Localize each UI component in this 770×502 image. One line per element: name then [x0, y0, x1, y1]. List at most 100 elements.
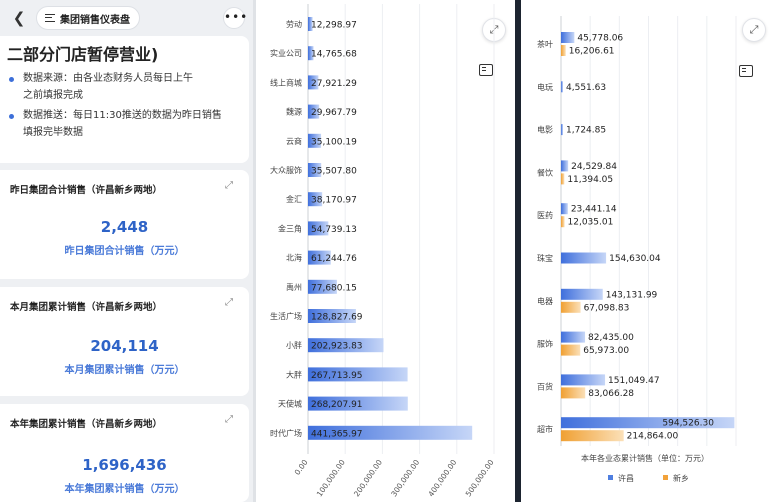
kpi-value: 2,448: [100, 218, 149, 236]
notice-item-text: 数据推送：每日11:30推送的数据为昨日销售 填报完毕数据: [23, 110, 222, 138]
bar-xuchang: [561, 32, 575, 43]
category-label: 服饰: [537, 339, 553, 349]
value-label: 61,244.76: [311, 254, 357, 264]
bar-xuchang: [561, 374, 606, 386]
category-label: 大胖: [286, 369, 302, 379]
bar-xinxiang: [561, 387, 586, 399]
kpi-card-month: 本月集团累计销售（许昌新乡两地） ⤢ 204,114 本月集团累计销售（万元）: [0, 287, 249, 396]
x-tick-label: 400,000.00: [426, 458, 458, 499]
bar-xinxiang: [561, 301, 581, 313]
x-axis-title: 本年各业态累计销售（单位：万元）: [581, 453, 709, 463]
value-label: 38,170.97: [311, 196, 357, 206]
category-label: 生活广场: [270, 311, 302, 321]
value-label-xinxiang: 11,394.05: [567, 175, 613, 185]
value-label-xinxiang: 16,206.61: [569, 47, 615, 57]
x-tick-label: 300,000.00: [389, 458, 421, 499]
value-label-xinxiang: 83,066.28: [588, 389, 634, 399]
value-label-xuchang: 594,526.30: [662, 419, 714, 429]
kpi-label: 本年集团累计销售（万元）: [64, 484, 185, 495]
value-label-xinxiang: 214,864.00: [627, 432, 679, 442]
category-label: 珠宝: [537, 253, 553, 263]
category-label: 线上商城: [270, 77, 302, 87]
category-label: 大众服饰: [270, 165, 302, 175]
bar-xuchang: [561, 160, 569, 172]
value-label-xuchang: 4,551.63: [566, 83, 606, 93]
value-label: 27,921.29: [311, 79, 357, 89]
kpi-title: 本月集团累计销售（许昌新乡两地）: [10, 302, 163, 313]
expand-icon[interactable]: ⤢: [225, 297, 237, 309]
format-sales-bar-chart: 茶叶 45,778.06 16,206.61 电玩 4,551.63 电影 1,724.85…: [537, 16, 737, 483]
kpi-title: 本年集团累计销售（许昌新乡两地）: [10, 419, 163, 430]
dashboard-title-pill[interactable]: 集团销售仪表盘: [36, 6, 140, 30]
kpi-card-yesterday: 昨日集团合计销售（许昌新乡两地） ⤢ 2,448 昨日集团合计销售（万元）: [0, 170, 249, 279]
category-label: 百货: [537, 381, 553, 391]
value-label-xinxiang: 65,973.00: [583, 346, 629, 356]
bar-xinxiang: [561, 173, 565, 185]
bar-xinxiang: [561, 216, 565, 228]
store-sales-bar-chart: 0.00 100,000.00 200,000.00 300,000.00 400,00…: [270, 4, 496, 499]
x-tick-label: 100,000.00: [315, 458, 347, 499]
format-sales-chart-panel: ⤢ 茶叶 45,778.06 16,206.61 电玩 4,551.63 电影 1,724.…: [521, 0, 770, 502]
category-label: 云商: [286, 136, 302, 146]
top-bar: ❮ 集团销售仪表盘 •••: [0, 0, 253, 36]
category-label: 电器: [537, 296, 553, 306]
category-label: 天使城: [278, 399, 302, 409]
menu-lines-icon: [45, 14, 55, 22]
category-label: 北海: [286, 253, 302, 263]
category-label: 劳动: [286, 19, 302, 29]
category-label: 小胖: [286, 340, 302, 350]
kpi-card-year: 本年集团累计销售（许昌新乡两地） ⤢ 1,696,436 本年集团累计销售（万元…: [0, 404, 249, 502]
more-dots-icon[interactable]: •••: [223, 7, 247, 29]
value-label: 441,365.97: [311, 429, 363, 439]
value-label: 77,680.15: [311, 283, 357, 293]
bar-xuchang: [561, 252, 607, 264]
value-label: 29,967.79: [311, 108, 357, 118]
value-label-xuchang: 1,724.85: [566, 126, 606, 136]
value-label: 202,923.83: [311, 342, 363, 352]
bar-xinxiang: [561, 430, 624, 442]
kpi-value: 1,696,436: [82, 456, 167, 474]
value-label-xuchang: 23,441.14: [571, 205, 617, 215]
value-label-xuchang: 143,131.99: [606, 290, 658, 300]
dashboard-title: 集团销售仪表盘: [60, 14, 130, 26]
category-label: 金汇: [286, 194, 302, 204]
legend-label-xinxiang: 新乡: [673, 473, 689, 483]
value-label: 267,713.95: [311, 371, 363, 381]
notice-item-text: 数据来源：由各业态财务人员每日上午 之前填报完成: [23, 73, 193, 101]
bar-xuchang: [561, 203, 568, 215]
value-label: 12,298.97: [311, 21, 357, 31]
legend-swatch-xuchang: [608, 475, 613, 480]
value-label-xuchang: 45,778.06: [577, 34, 623, 44]
bar-xuchang: [561, 331, 586, 343]
notice-card: 二部分门店暂停营业) 数据来源：由各业态财务人员每日上午 之前填报完成 数据推送…: [0, 36, 249, 163]
expand-icon[interactable]: ⤢: [225, 414, 237, 426]
bar-xuchang: [561, 81, 563, 93]
value-label: 54,739.13: [311, 225, 357, 235]
category-label: 时代广场: [270, 428, 302, 438]
value-label: 35,507.80: [311, 167, 357, 177]
notice-item-source: 数据来源：由各业态财务人员每日上午 之前填报完成: [9, 70, 249, 104]
bar-xinxiang: [561, 344, 581, 356]
category-label: 金三角: [278, 223, 302, 233]
kpi-label: 昨日集团合计销售（万元）: [64, 246, 185, 257]
category-label: 电影: [537, 125, 553, 135]
expand-icon[interactable]: ⤢: [225, 180, 237, 192]
value-label: 35,100.19: [311, 137, 357, 147]
legend-swatch-xinxiang: [663, 475, 668, 480]
x-tick-label: 0.00: [293, 458, 310, 477]
category-label: 禹州: [286, 283, 302, 292]
back-arrow-icon[interactable]: ❮: [8, 7, 30, 29]
category-label: 超市: [537, 424, 553, 434]
value-label-xuchang: 151,049.47: [608, 376, 660, 386]
category-label: 电玩: [537, 82, 553, 92]
x-tick-label: 500,000.00: [464, 458, 496, 499]
value-label-xuchang: 82,435.00: [588, 333, 634, 343]
kpi-label: 本月集团累计销售（万元）: [64, 365, 185, 376]
left-panel: ❮ 集团销售仪表盘 ••• 二部分门店暂停营业) 数据来源：由各业态财务人员每日…: [0, 0, 253, 502]
value-label: 268,207.91: [311, 400, 363, 410]
notice-list: 数据来源：由各业态财务人员每日上午 之前填报完成 数据推送：每日11:30推送的…: [9, 70, 249, 144]
bar-xinxiang: [561, 45, 566, 56]
legend-label-xuchang: 许昌: [618, 473, 634, 483]
store-sales-chart-panel: ⤢ 0.00 100,000.00 200,000.00 300,000.00 400,…: [256, 0, 515, 502]
category-label: 魏源: [286, 107, 302, 117]
